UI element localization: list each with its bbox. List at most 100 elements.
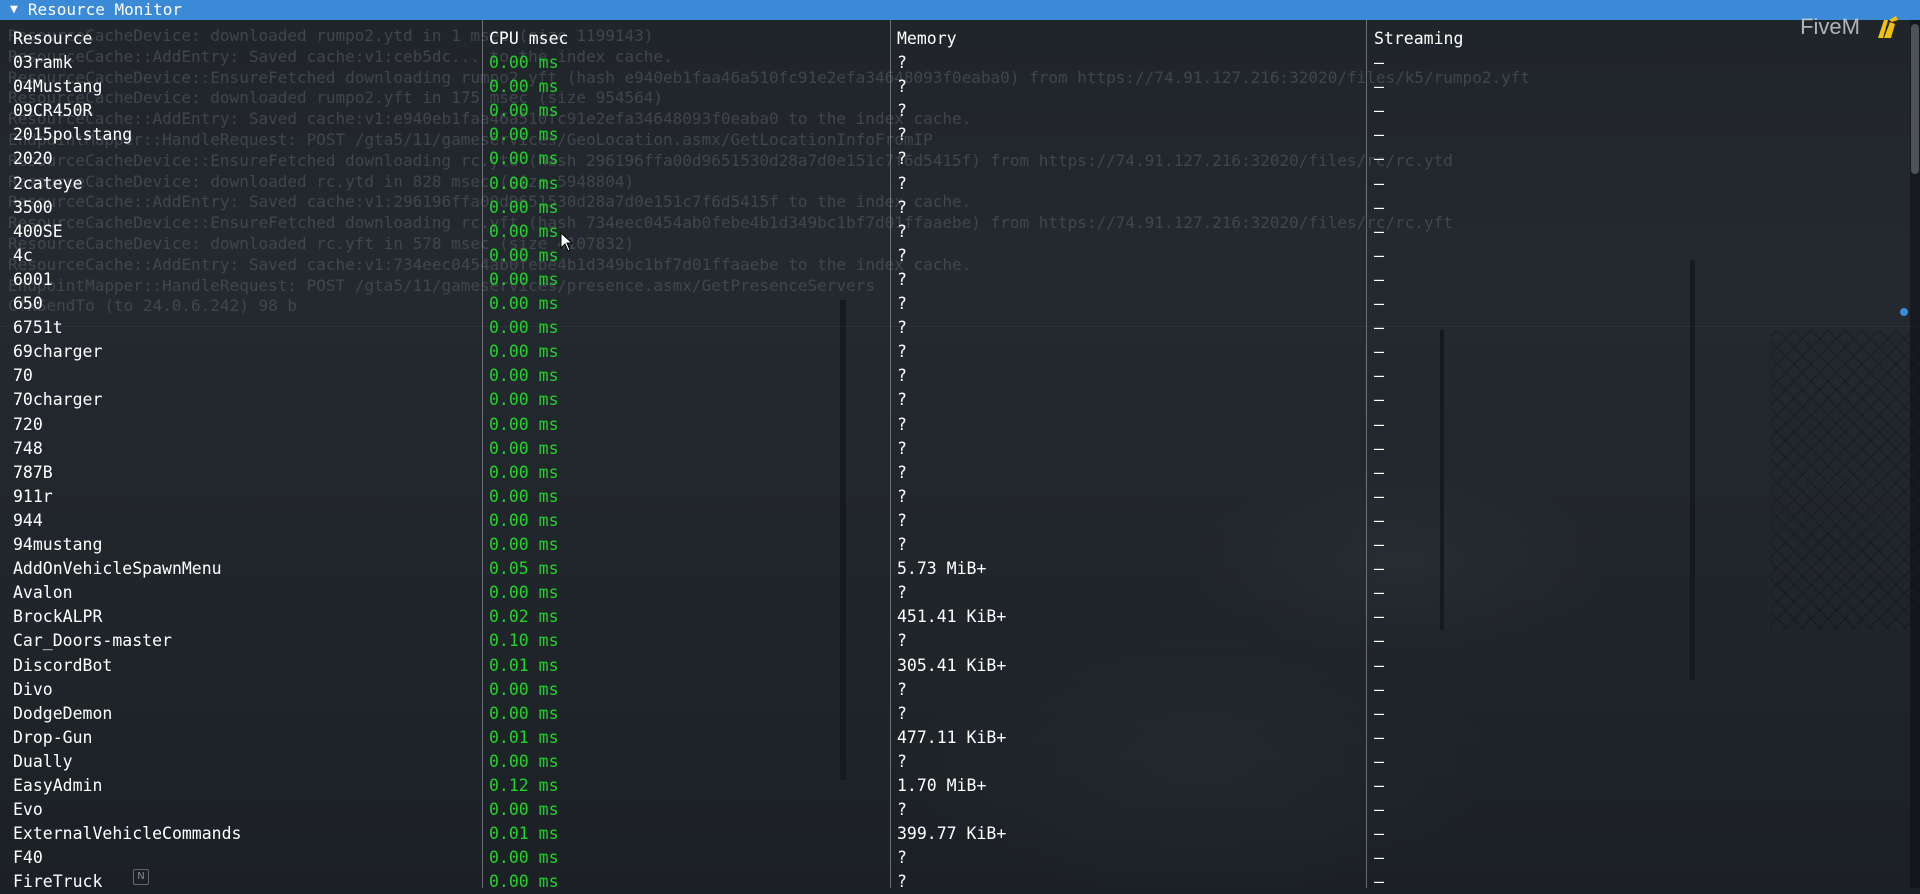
resource-name-cell: F40 bbox=[13, 848, 43, 868]
memory-cell: 477.11 KiB+ bbox=[897, 727, 1007, 747]
resource-name-cell: 70 bbox=[13, 366, 33, 386]
resource-name-cell: Dually bbox=[13, 751, 73, 771]
resource-name-cell: ExternalVehicleCommands bbox=[13, 824, 242, 844]
table-row[interactable]: 6001 0.00 ms? – bbox=[0, 268, 1910, 292]
status-dot-icon bbox=[1900, 308, 1908, 316]
streaming-cell: – bbox=[1374, 486, 1384, 506]
table-row[interactable]: FireTruck 0.00 ms? – bbox=[0, 870, 1910, 894]
table-row[interactable]: 09CR450R 0.00 ms? – bbox=[0, 99, 1910, 123]
streaming-cell: – bbox=[1374, 173, 1384, 193]
cpu-time-cell: 0.01 ms bbox=[489, 824, 559, 844]
memory-cell: ? bbox=[897, 149, 907, 169]
streaming-cell: – bbox=[1374, 583, 1384, 603]
table-row[interactable]: 70 0.00 ms? – bbox=[0, 364, 1910, 388]
memory-cell: ? bbox=[897, 366, 907, 386]
streaming-cell: – bbox=[1374, 535, 1384, 554]
cpu-time-cell: 0.00 ms bbox=[489, 221, 559, 241]
table-row[interactable]: Divo 0.00 ms? – bbox=[0, 678, 1910, 702]
table-row[interactable]: 4c 0.00 ms? – bbox=[0, 244, 1910, 268]
table-row[interactable]: 2cateye 0.00 ms? – bbox=[0, 172, 1910, 196]
memory-cell: ? bbox=[897, 800, 907, 820]
table-row[interactable]: 400SE 0.00 ms? – bbox=[0, 220, 1910, 244]
table-row[interactable]: 03ramk 0.00 ms? – bbox=[0, 51, 1910, 75]
scrollbar[interactable] bbox=[1910, 20, 1920, 888]
table-row[interactable]: 2020 0.00 ms? – bbox=[0, 147, 1910, 171]
column-header-streaming[interactable]: Streaming bbox=[1374, 27, 1463, 51]
table-row[interactable]: DiscordBot 0.01 ms 305.41 KiB+ – bbox=[0, 654, 1910, 678]
resource-name-cell: BrockALPR bbox=[13, 607, 103, 627]
table-row[interactable]: BrockALPR 0.02 ms 451.41 KiB+ – bbox=[0, 605, 1910, 629]
memory-cell: ? bbox=[897, 294, 907, 313]
cpu-time-cell: 0.00 ms bbox=[489, 173, 559, 193]
streaming-cell: – bbox=[1374, 101, 1384, 121]
table-row[interactable]: 69charger 0.00 ms? – bbox=[0, 340, 1910, 364]
table-row[interactable]: 2015polstang 0.00 ms? – bbox=[0, 123, 1910, 147]
memory-cell: ? bbox=[897, 53, 907, 72]
table-row[interactable]: F40 0.00 ms? – bbox=[0, 846, 1910, 870]
table-row[interactable]: DodgeDemon 0.00 ms? – bbox=[0, 702, 1910, 726]
memory-cell: ? bbox=[897, 390, 907, 410]
memory-cell: ? bbox=[897, 173, 907, 193]
table-row[interactable]: 911r 0.00 ms? – bbox=[0, 485, 1910, 509]
streaming-cell: – bbox=[1374, 727, 1384, 747]
resource-name-cell: 94mustang bbox=[13, 535, 103, 554]
table-row[interactable]: 70charger 0.00 ms? – bbox=[0, 388, 1910, 412]
memory-cell: ? bbox=[897, 318, 907, 338]
cpu-time-cell: 0.00 ms bbox=[489, 366, 559, 386]
table-row[interactable]: 04Mustang 0.00 ms? – bbox=[0, 75, 1910, 99]
streaming-cell: – bbox=[1374, 269, 1384, 289]
memory-cell: 305.41 KiB+ bbox=[897, 655, 1007, 675]
memory-cell: ? bbox=[897, 245, 907, 265]
table-row[interactable]: 720 0.00 ms? – bbox=[0, 413, 1910, 437]
memory-cell: 451.41 KiB+ bbox=[897, 607, 1007, 627]
resource-name-cell: Divo bbox=[13, 679, 53, 699]
table-row[interactable]: ExternalVehicleCommands 0.01 ms 399.77 KiB… bbox=[0, 822, 1910, 846]
streaming-cell: – bbox=[1374, 77, 1384, 97]
resource-name-cell: 03ramk bbox=[13, 53, 73, 72]
table-row[interactable]: 650 0.00 ms? – bbox=[0, 292, 1910, 316]
table-row[interactable]: AddOnVehicleSpawnMenu 0.05 ms 5.73 MiB+ – bbox=[0, 557, 1910, 581]
resource-name-cell: 09CR450R bbox=[13, 101, 93, 121]
memory-cell: ? bbox=[897, 751, 907, 771]
memory-cell: ? bbox=[897, 269, 907, 289]
streaming-cell: – bbox=[1374, 655, 1384, 675]
table-row[interactable]: 787B 0.00 ms? – bbox=[0, 461, 1910, 485]
cpu-time-cell: 0.00 ms bbox=[489, 462, 559, 482]
table-row[interactable]: Avalon 0.00 ms? – bbox=[0, 581, 1910, 605]
memory-cell: 1.70 MiB+ bbox=[897, 776, 987, 795]
triangle-down-icon[interactable]: ▼ bbox=[10, 0, 18, 20]
table-row[interactable]: Dually 0.00 ms? – bbox=[0, 750, 1910, 774]
scrollbar-thumb[interactable] bbox=[1911, 24, 1919, 174]
memory-cell: ? bbox=[897, 77, 907, 97]
cpu-time-cell: 0.05 ms bbox=[489, 559, 559, 579]
cpu-time-cell: 0.00 ms bbox=[489, 53, 559, 72]
resource-name-cell: 650 bbox=[13, 294, 43, 313]
table-row[interactable]: 944 0.00 ms? – bbox=[0, 509, 1910, 533]
table-row[interactable]: Car_Doors-master 0.10 ms? – bbox=[0, 629, 1910, 653]
streaming-cell: – bbox=[1374, 390, 1384, 410]
table-row[interactable]: EasyAdmin 0.12 ms 1.70 MiB+ – bbox=[0, 774, 1910, 798]
memory-cell: ? bbox=[897, 679, 907, 699]
cpu-time-cell: 0.00 ms bbox=[489, 77, 559, 97]
column-header-resource[interactable]: Resource bbox=[13, 27, 92, 51]
table-row[interactable]: 94mustang 0.00 ms? – bbox=[0, 533, 1910, 557]
column-header-memory[interactable]: Memory bbox=[897, 27, 957, 51]
table-row[interactable]: 748 0.00 ms? – bbox=[0, 437, 1910, 461]
resource-monitor-titlebar[interactable]: ▼ Resource Monitor bbox=[0, 0, 1920, 20]
streaming-cell: – bbox=[1374, 872, 1384, 892]
table-row[interactable]: Evo 0.00 ms? – bbox=[0, 798, 1910, 822]
column-header-cpu[interactable]: CPU msec bbox=[489, 27, 568, 51]
memory-cell: ? bbox=[897, 101, 907, 121]
table-row[interactable]: 3500 0.00 ms? – bbox=[0, 196, 1910, 220]
cpu-time-cell: 0.00 ms bbox=[489, 125, 559, 145]
window-title: Resource Monitor bbox=[27, 0, 182, 19]
streaming-cell: – bbox=[1374, 318, 1384, 338]
cpu-time-cell: 0.00 ms bbox=[489, 848, 559, 868]
resource-name-cell: 3500 bbox=[13, 197, 53, 217]
streaming-cell: – bbox=[1374, 342, 1384, 362]
table-row[interactable]: 6751t 0.00 ms? – bbox=[0, 316, 1910, 340]
resource-name-cell: AddOnVehicleSpawnMenu bbox=[13, 559, 222, 579]
table-row[interactable]: Drop-Gun 0.01 ms 477.11 KiB+ – bbox=[0, 726, 1910, 750]
streaming-cell: – bbox=[1374, 703, 1384, 723]
key-hint-badge: N bbox=[133, 869, 149, 885]
